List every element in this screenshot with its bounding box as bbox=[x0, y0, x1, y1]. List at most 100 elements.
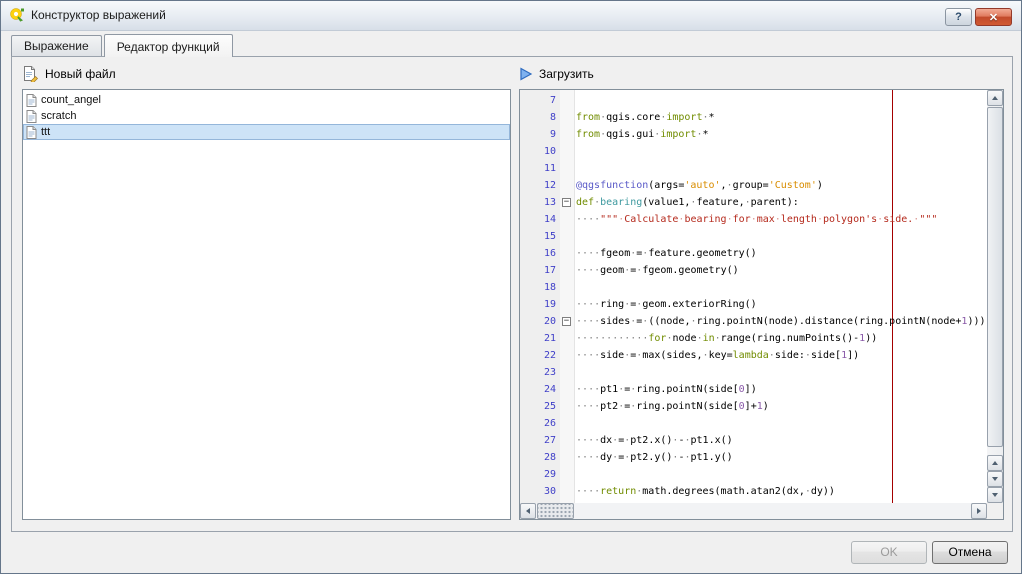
line-number: 26 bbox=[520, 415, 560, 432]
file-icon bbox=[26, 110, 37, 123]
load-button[interactable]: Загрузить bbox=[519, 64, 594, 84]
load-run-icon bbox=[519, 67, 533, 81]
line-number: 14 bbox=[520, 211, 560, 228]
tab-expression[interactable]: Выражение bbox=[11, 35, 102, 56]
code-line[interactable]: 27····dx·=·pt2.x()·-·pt1.x() bbox=[520, 432, 987, 449]
code-line[interactable]: 23 bbox=[520, 364, 987, 381]
code-line[interactable]: 16····fgeom·=·feature.geometry() bbox=[520, 245, 987, 262]
scroll-right-button[interactable] bbox=[971, 503, 987, 519]
code-line[interactable]: 17····geom·=·fgeom.geometry() bbox=[520, 262, 987, 279]
scroll-left-button[interactable] bbox=[520, 503, 536, 519]
code-line[interactable]: 28····dy·=·pt2.y()·-·pt1.y() bbox=[520, 449, 987, 466]
file-item[interactable]: count_angel bbox=[23, 92, 510, 108]
code-line[interactable]: 15 bbox=[520, 228, 987, 245]
fold-cell bbox=[560, 262, 574, 279]
scroll-thumb-vertical[interactable] bbox=[987, 107, 1003, 447]
tab-bar: Выражение Редактор функций bbox=[1, 31, 1021, 56]
scrollbar-vertical[interactable] bbox=[987, 90, 1003, 503]
fold-marker[interactable]: − bbox=[562, 317, 571, 326]
code-line[interactable]: 26 bbox=[520, 415, 987, 432]
line-number: 28 bbox=[520, 449, 560, 466]
arrow-up-icon bbox=[992, 461, 998, 465]
code-text: ····side·=·max(sides,·key=lambda·side:·s… bbox=[574, 347, 859, 364]
function-file-list[interactable]: count_angel scratch ttt bbox=[22, 89, 511, 520]
code-line[interactable]: 22 ····side·=·max(sides,·key=lambda·side:… bbox=[520, 347, 987, 364]
code-text: ····pt1·=·ring.pointN(side[0]) bbox=[574, 381, 757, 398]
code-line[interactable]: 14····"""·Calculate·bearing·for·max·leng… bbox=[520, 211, 987, 228]
line-number: 27 bbox=[520, 432, 560, 449]
code-line[interactable]: 11 bbox=[520, 160, 987, 177]
code-line[interactable]: 21············for·node·in·range(ring.num… bbox=[520, 330, 987, 347]
code-line[interactable]: 13−def·bearing(value1,·feature,·parent): bbox=[520, 194, 987, 211]
fold-cell bbox=[560, 347, 574, 364]
code-line[interactable]: 20−····sides·=·((node,·ring.pointN(node)… bbox=[520, 313, 987, 330]
code-text: ············for·node·in·range(ring.numPo… bbox=[574, 330, 877, 347]
line-number: 12 bbox=[520, 177, 560, 194]
code-line[interactable]: 8 from·qgis.core·import·* bbox=[520, 109, 987, 126]
code-line[interactable]: 10 bbox=[520, 143, 987, 160]
line-number: 23 bbox=[520, 364, 560, 381]
line-number: 29 bbox=[520, 466, 560, 483]
fold-cell bbox=[560, 466, 574, 483]
tab-function-editor[interactable]: Редактор функций bbox=[104, 34, 233, 57]
fold-marker[interactable]: − bbox=[562, 198, 571, 207]
file-item-selected[interactable]: ttt bbox=[23, 124, 510, 140]
code-line[interactable]: 18 bbox=[520, 279, 987, 296]
title-bar[interactable]: Конструктор выражений ? ✕ bbox=[1, 1, 1021, 31]
function-editor-pane: Новый файл count_angel scratch bbox=[11, 56, 1013, 532]
scroll-extra-up-button[interactable] bbox=[987, 455, 1003, 471]
new-file-label: Новый файл bbox=[45, 67, 116, 81]
scroll-up-button[interactable] bbox=[987, 90, 1003, 106]
code-text bbox=[574, 160, 576, 177]
file-icon bbox=[26, 94, 37, 107]
scroll-thumb-horizontal[interactable] bbox=[537, 503, 574, 519]
fold-cell bbox=[560, 432, 574, 449]
expression-builder-dialog: Конструктор выражений ? ✕ Выражение Реда… bbox=[0, 0, 1022, 574]
scroll-down-button[interactable] bbox=[987, 487, 1003, 503]
code-line[interactable]: 12@qgsfunction(args='auto',·group='Custo… bbox=[520, 177, 987, 194]
fold-cell: − bbox=[560, 194, 574, 211]
line-number: 8 bbox=[520, 109, 560, 126]
code-text bbox=[574, 466, 576, 483]
code-text: from·qgis.core·import·* bbox=[574, 109, 715, 126]
code-text: from·qgis.gui·import·* bbox=[574, 126, 709, 143]
fold-cell bbox=[560, 126, 574, 143]
code-line[interactable]: 7 bbox=[520, 92, 987, 109]
code-text bbox=[574, 415, 576, 432]
line-number: 15 bbox=[520, 228, 560, 245]
fold-cell bbox=[560, 228, 574, 245]
code-text bbox=[574, 143, 576, 160]
code-line[interactable]: 19····ring·=·geom.exteriorRing() bbox=[520, 296, 987, 313]
fold-cell bbox=[560, 449, 574, 466]
arrow-up-icon bbox=[992, 96, 998, 100]
code-text: ····return·math.degrees(math.atan2(dx,·d… bbox=[574, 483, 835, 500]
code-line[interactable]: 9from·qgis.gui·import·* bbox=[520, 126, 987, 143]
code-text: ····pt2·=·ring.pointN(side[0]+1) bbox=[574, 398, 769, 415]
scroll-extra-down-button[interactable] bbox=[987, 471, 1003, 487]
line-number: 22 bbox=[520, 347, 560, 364]
new-file-button[interactable]: Новый файл bbox=[23, 64, 116, 84]
code-text: def·bearing(value1,·feature,·parent): bbox=[574, 194, 799, 211]
code-area[interactable]: 78 from·qgis.core·import·*9from·qgis.gui·… bbox=[520, 90, 987, 503]
ok-button[interactable]: OK bbox=[851, 541, 927, 564]
fold-cell bbox=[560, 364, 574, 381]
file-label: ttt bbox=[41, 126, 50, 138]
fold-cell bbox=[560, 296, 574, 313]
code-line[interactable]: 29 bbox=[520, 466, 987, 483]
line-number: 20 bbox=[520, 313, 560, 330]
code-line[interactable]: 24····pt1·=·ring.pointN(side[0]) bbox=[520, 381, 987, 398]
scrollbar-horizontal[interactable] bbox=[520, 503, 987, 519]
code-line[interactable]: 25····pt2·=·ring.pointN(side[0]+1) bbox=[520, 398, 987, 415]
file-item[interactable]: scratch bbox=[23, 108, 510, 124]
code-text bbox=[574, 279, 576, 296]
code-line[interactable]: 30····return·math.degrees(math.atan2(dx,… bbox=[520, 483, 987, 500]
code-text: ····sides·=·((node,·ring.pointN(node).di… bbox=[574, 313, 986, 330]
close-button[interactable]: ✕ bbox=[975, 8, 1012, 26]
code-text bbox=[574, 228, 576, 245]
cancel-button[interactable]: Отмена bbox=[932, 541, 1008, 564]
code-editor[interactable]: 78 from·qgis.core·import·*9from·qgis.gui·… bbox=[519, 89, 1004, 520]
fold-cell bbox=[560, 92, 574, 109]
fold-cell bbox=[560, 330, 574, 347]
help-button[interactable]: ? bbox=[945, 8, 972, 26]
fold-cell bbox=[560, 398, 574, 415]
